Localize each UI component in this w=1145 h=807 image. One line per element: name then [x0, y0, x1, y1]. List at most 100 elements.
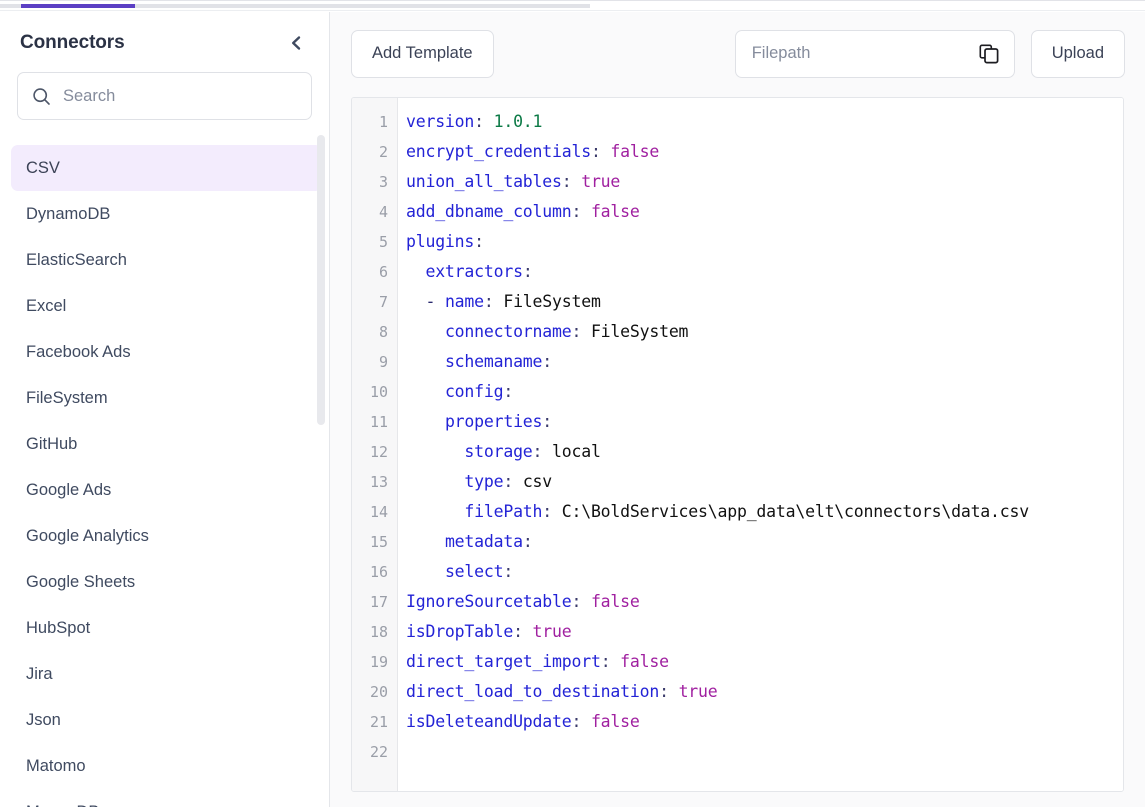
- code-line[interactable]: metadata:: [406, 527, 1123, 557]
- code-line[interactable]: union_all_tables: true: [406, 167, 1123, 197]
- sidebar-item-google-sheets[interactable]: Google Sheets: [11, 559, 322, 605]
- line-number: 18: [369, 623, 388, 641]
- code-line[interactable]: type: csv: [406, 467, 1123, 497]
- code-line[interactable]: plugins:: [406, 227, 1123, 257]
- line-number: 20: [369, 683, 388, 701]
- code-line[interactable]: isDropTable: true: [406, 617, 1123, 647]
- sidebar-item-github[interactable]: GitHub: [11, 421, 322, 467]
- search-icon: [32, 87, 51, 106]
- code-token-str: [406, 472, 464, 491]
- line-number: 11: [369, 413, 388, 431]
- sidebar-item-label: Json: [26, 710, 61, 729]
- sidebar-item-label: CSV: [26, 158, 60, 177]
- line-number: 4: [378, 203, 388, 221]
- code-line[interactable]: IgnoreSourcetable: false: [406, 587, 1123, 617]
- sidebar-item-google-ads[interactable]: Google Ads: [11, 467, 322, 513]
- code-token-key: direct_target_import: [406, 652, 601, 671]
- code-line[interactable]: filePath: C:\BoldServices\app_data\elt\c…: [406, 497, 1123, 527]
- sidebar-item-label: Google Sheets: [26, 572, 136, 591]
- line-number: 15: [369, 533, 388, 551]
- connectors-list[interactable]: CSV DynamoDB ElasticSearch Excel Facebook Ad…: [0, 125, 329, 807]
- code-line[interactable]: select:: [406, 557, 1123, 587]
- app-root: Connectors CSV DynamoDB ElasticSearch Excel…: [0, 0, 1145, 807]
- code-token-str: [406, 382, 445, 401]
- sidebar-item-label: Matomo: [26, 756, 86, 775]
- code-token-key: properties: [444, 412, 543, 431]
- code-token-punct: :: [474, 232, 484, 251]
- code-token-punct: :: [590, 142, 611, 161]
- sidebar-item-google-analytics[interactable]: Google Analytics: [11, 513, 322, 559]
- sidebar-item-excel[interactable]: Excel: [11, 283, 322, 329]
- code-line[interactable]: version: 1.0.1: [406, 107, 1123, 137]
- code-line[interactable]: properties:: [406, 407, 1123, 437]
- sidebar-item-label: DynamoDB: [26, 204, 111, 223]
- page-title: Connectors: [20, 32, 125, 53]
- line-number: 6: [378, 263, 388, 281]
- code-token-punct: :: [571, 322, 591, 341]
- code-line[interactable]: connectorname: FileSystem: [406, 317, 1123, 347]
- search-box[interactable]: [17, 72, 312, 120]
- sidebar-item-dynamodb[interactable]: DynamoDB: [11, 191, 322, 237]
- sidebar-scrollbar-thumb[interactable]: [317, 135, 325, 425]
- sidebar-item-label: MongoDB: [26, 803, 99, 807]
- code-token-key: config: [444, 382, 504, 401]
- code-token-punct: :: [542, 502, 562, 521]
- yaml-code-editor[interactable]: 1 2 3 4 5 6 7 8 9 10 11 12 13 14 15 16 17 18 19 20 21 22 vers…: [351, 97, 1124, 792]
- code-token-str: local: [552, 442, 601, 461]
- code-line[interactable]: config:: [406, 377, 1123, 407]
- code-token-key: extractors: [425, 262, 523, 281]
- add-template-button[interactable]: Add Template: [351, 29, 494, 78]
- code-line[interactable]: encrypt_credentials: false: [406, 137, 1123, 167]
- code-token-punct: :: [532, 442, 553, 461]
- sidebar-item-jira[interactable]: Jira: [11, 651, 322, 697]
- sidebar-item-json[interactable]: Json: [11, 697, 322, 743]
- chevron-left-icon[interactable]: [283, 30, 309, 56]
- code-token-bool: false: [590, 592, 640, 611]
- code-token-str: [406, 352, 445, 371]
- line-number: 17: [369, 593, 388, 611]
- sidebar-item-label: Jira: [26, 664, 53, 683]
- top-tab-bar: [0, 0, 1145, 12]
- line-number: 9: [378, 353, 388, 371]
- code-line[interactable]: storage: local: [406, 437, 1123, 467]
- search-input[interactable]: [63, 86, 297, 106]
- code-token-str: [406, 262, 425, 281]
- code-line[interactable]: schemaname:: [406, 347, 1123, 377]
- code-token-key: isDeleteandUpdate: [406, 712, 572, 731]
- code-token-bool: true: [678, 682, 718, 701]
- upload-button[interactable]: Upload: [1030, 29, 1125, 78]
- sidebar-item-label: ElasticSearch: [26, 250, 127, 269]
- sidebar-item-label: Excel: [26, 296, 67, 315]
- connectors-sidebar: Connectors CSV DynamoDB ElasticSearch Excel…: [0, 12, 330, 807]
- sidebar-item-elasticsearch[interactable]: ElasticSearch: [11, 237, 322, 283]
- code-line[interactable]: direct_load_to_destination: true: [406, 677, 1123, 707]
- code-token-punct: :: [659, 682, 679, 701]
- code-token-punct: :: [503, 382, 514, 401]
- code-token-num: 1.0.1: [493, 112, 543, 131]
- code-line[interactable]: - name: FileSystem: [406, 287, 1123, 317]
- code-token-punct: :: [522, 532, 533, 551]
- filepath-input[interactable]: [751, 44, 971, 63]
- code-token-str: [406, 502, 464, 521]
- sidebar-item-mongodb[interactable]: MongoDB: [11, 789, 322, 807]
- sidebar-item-label: Google Ads: [26, 480, 112, 499]
- sidebar-item-matomo[interactable]: Matomo: [11, 743, 322, 789]
- copy-icon[interactable]: [977, 42, 1001, 66]
- code-line[interactable]: add_dbname_column: false: [406, 197, 1123, 227]
- code-line[interactable]: isDeleteandUpdate: false: [406, 707, 1123, 737]
- code-token-punct: :: [542, 412, 553, 431]
- active-tab-indicator: [21, 4, 135, 8]
- sidebar-item-facebook-ads[interactable]: Facebook Ads: [11, 329, 322, 375]
- sidebar-item-csv[interactable]: CSV: [11, 145, 322, 191]
- code-line[interactable]: extractors:: [406, 257, 1123, 287]
- filepath-field[interactable]: [734, 29, 1015, 78]
- sidebar-item-hubspot[interactable]: HubSpot: [11, 605, 322, 651]
- line-number: 7: [378, 293, 388, 311]
- line-number: 22: [369, 743, 388, 761]
- sidebar-item-filesystem[interactable]: FileSystem: [11, 375, 322, 421]
- line-number: 2: [378, 143, 388, 161]
- code-line[interactable]: [406, 737, 1123, 767]
- code-line[interactable]: direct_target_import: false: [406, 647, 1123, 677]
- line-number: 21: [369, 713, 388, 731]
- editor-code-area[interactable]: version: 1.0.1 encrypt_credentials: false…: [398, 98, 1123, 791]
